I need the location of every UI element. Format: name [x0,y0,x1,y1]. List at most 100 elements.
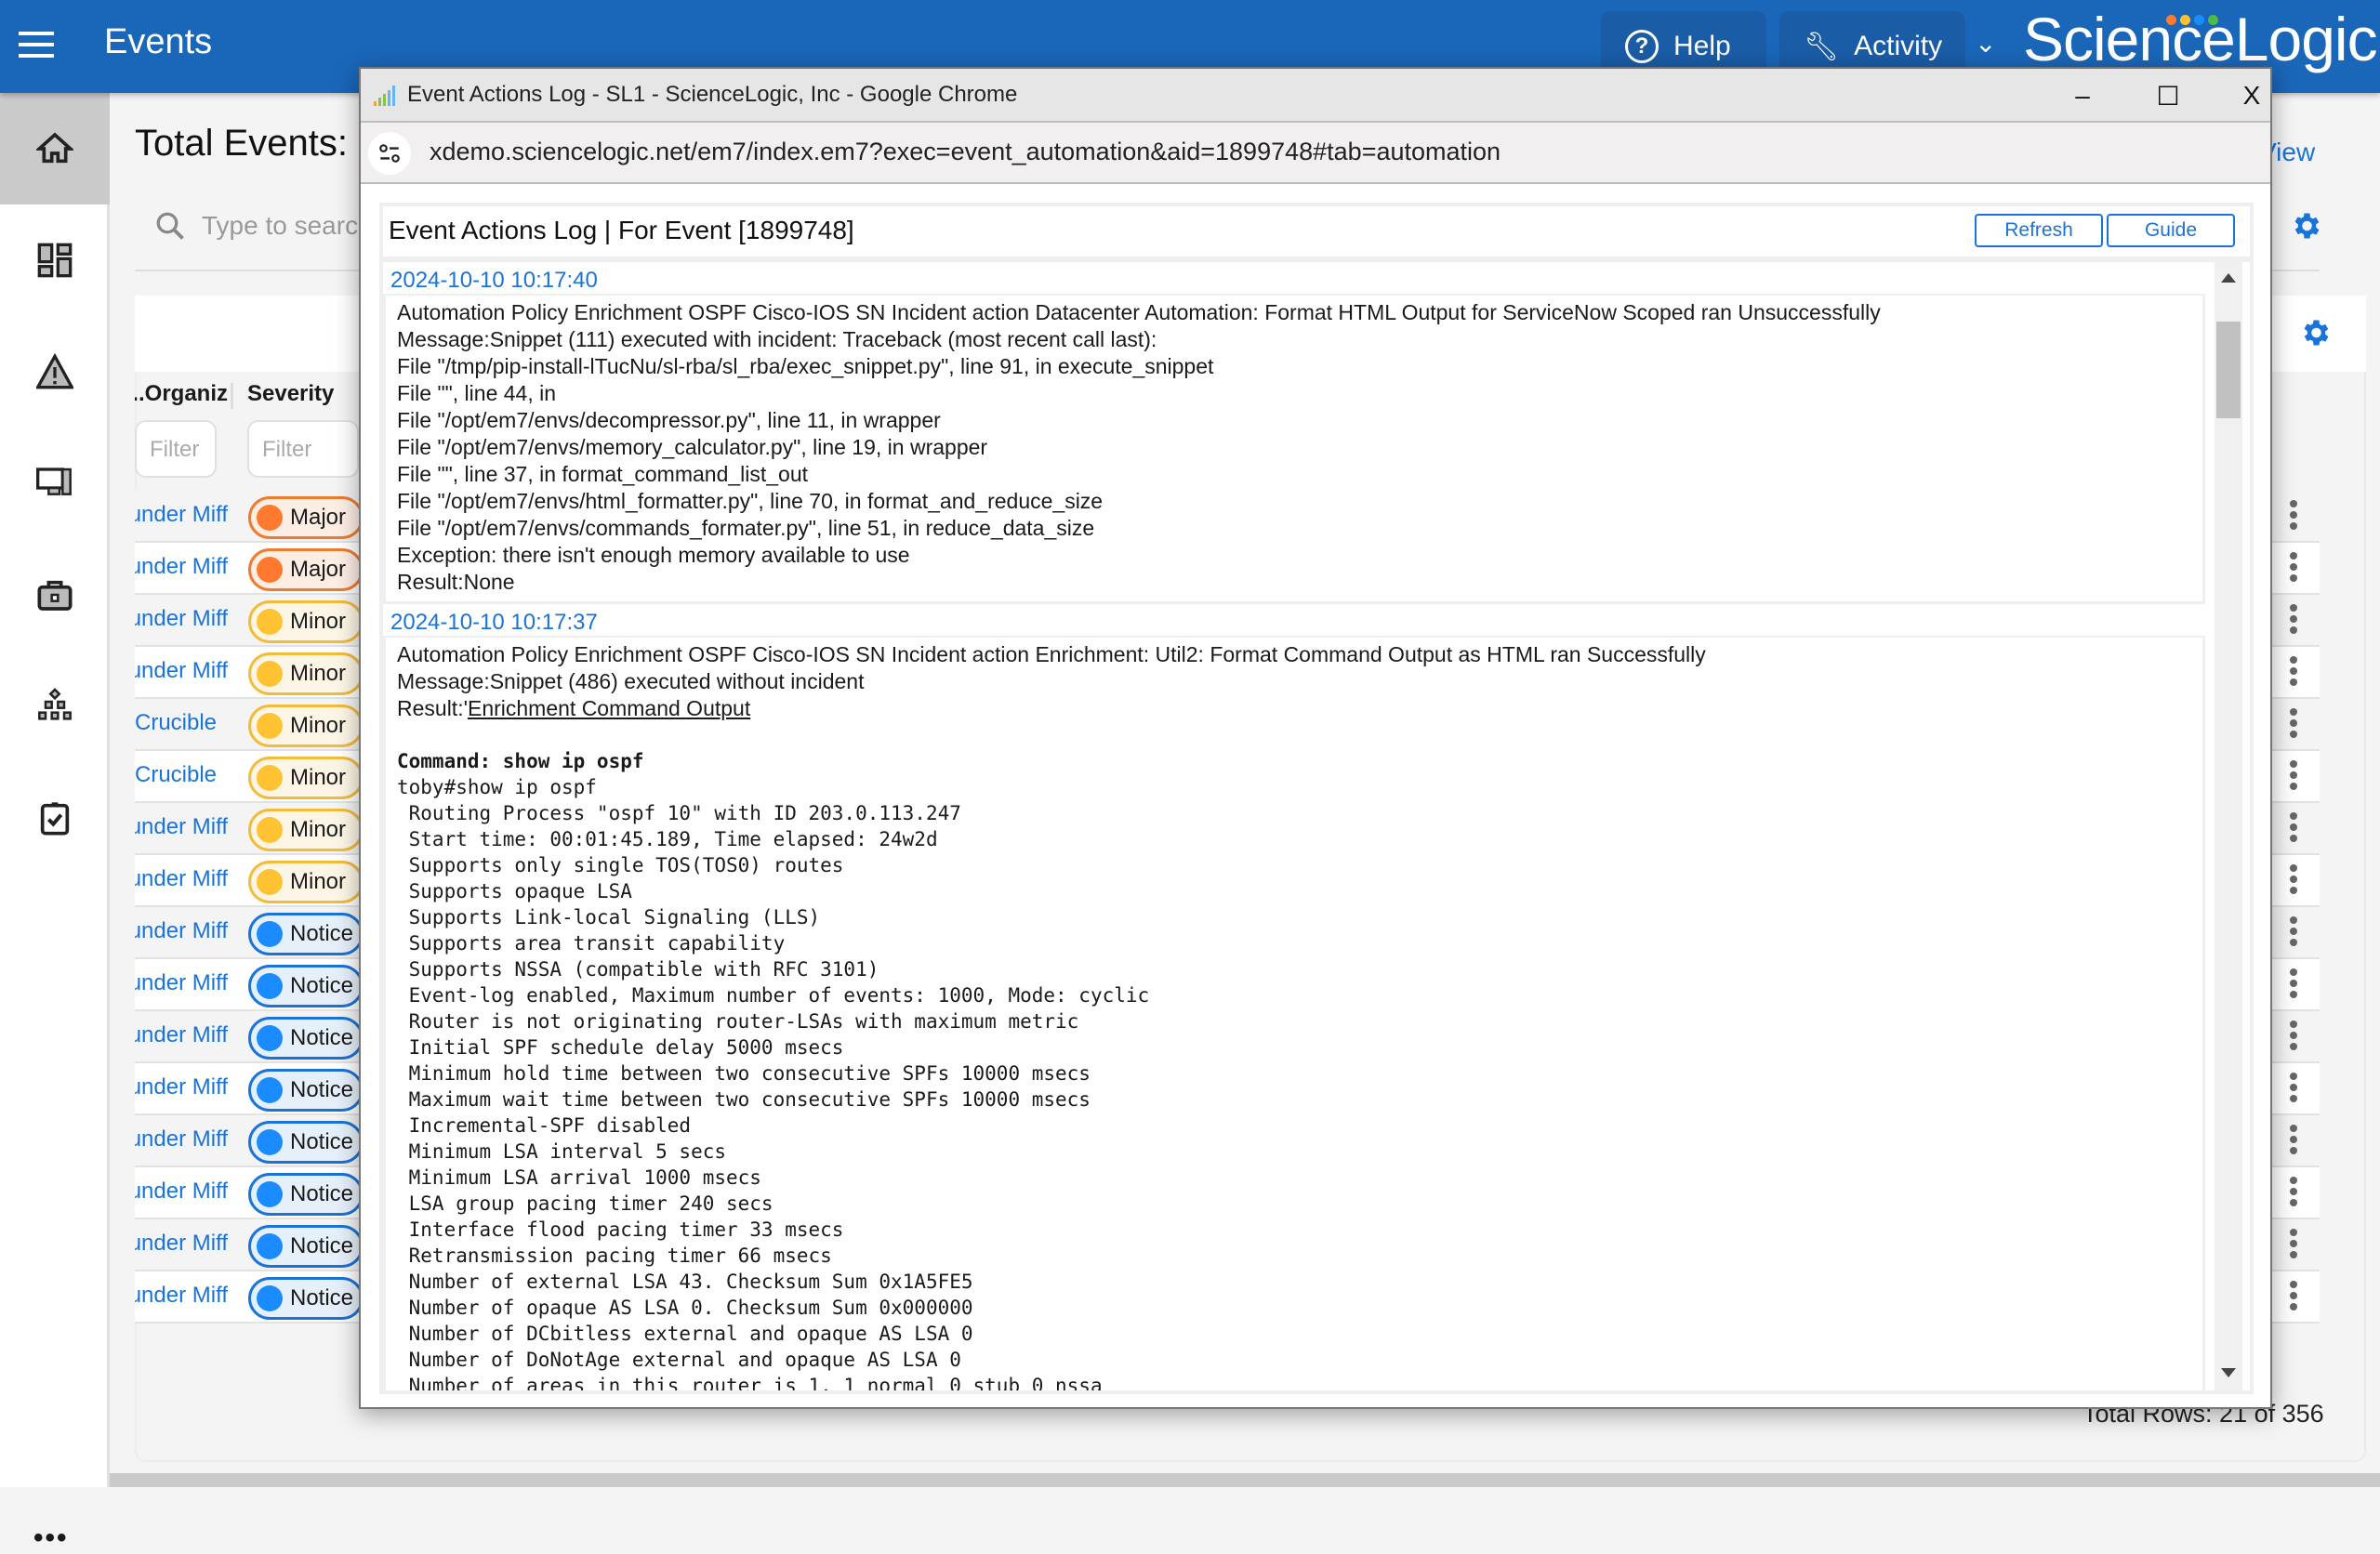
site-info-icon[interactable] [368,132,411,175]
severity-filter-input[interactable]: Filter [247,420,359,478]
refresh-button[interactable]: Refresh [1975,214,2103,247]
minimize-button[interactable]: – [2055,74,2110,117]
row-actions-menu-icon[interactable] [2290,500,2297,533]
organization-link[interactable]: Thunder Miff [135,1022,228,1048]
wrench-icon: 🔧︎ [1804,31,1840,62]
severity-badge: Minor [248,652,364,695]
log-line: Automation Policy Enrichment OSPF Cisco-… [397,642,1706,666]
sidebar: ••• [0,93,110,1553]
devices-icon [36,468,72,495]
severity-label: Notice [290,921,354,946]
row-actions-menu-icon[interactable] [2290,1073,2297,1106]
search-input[interactable]: Type to search [153,209,373,243]
row-actions-menu-icon[interactable] [2290,1229,2297,1262]
organization-link[interactable]: Crucible [135,710,228,736]
organization-filter-input[interactable]: Filter [135,420,217,478]
organization-link[interactable]: Thunder Miff [135,918,228,944]
result-link[interactable]: Enrichment Command Output [468,696,750,720]
row-actions-menu-icon[interactable] [2290,812,2297,846]
page-title: Total Events: 2 [135,123,379,164]
command-output-line: Minimum hold time between two consecutiv… [397,1062,1091,1085]
row-actions-menu-icon[interactable] [2290,604,2297,638]
severity-badge: Notice [248,1069,364,1112]
app-title: Events [104,22,213,61]
sidebar-item-devices[interactable] [0,428,110,539]
row-actions-menu-icon[interactable] [2290,760,2297,794]
more-options-icon[interactable]: ••• [33,1522,69,1554]
row-actions-menu-icon[interactable] [2290,1125,2297,1158]
row-actions-menu-icon[interactable] [2290,1021,2297,1054]
organization-link[interactable]: Thunder Miff [135,1231,228,1257]
sidebar-item-events[interactable] [0,316,110,428]
organization-link[interactable]: Thunder Miff [135,970,228,996]
address-bar: xdemo.sciencelogic.net/em7/index.em7?exe… [361,123,2270,184]
row-actions-menu-icon[interactable] [2290,968,2297,1002]
log-frame: Event Actions Log | For Event [1899748] … [379,203,2254,1394]
row-actions-menu-icon[interactable] [2290,1177,2297,1210]
organization-link[interactable]: Thunder Miff [135,1126,228,1152]
help-circle-icon: ? [1625,30,1659,63]
organization-link[interactable]: Thunder Miff [135,502,228,528]
severity-label: Notice [290,1077,354,1102]
url-field[interactable]: xdemo.sciencelogic.net/em7/index.em7?exe… [430,138,1501,166]
severity-label: Minor [290,869,347,894]
row-actions-menu-icon[interactable] [2290,1281,2297,1314]
organization-link[interactable]: Crucible [135,762,228,788]
organization-link[interactable]: Thunder Miff [135,814,228,840]
table-settings-gear-icon[interactable] [2298,316,2332,349]
row-actions-menu-icon[interactable] [2290,708,2297,742]
log-scrollbar[interactable] [2215,262,2242,1390]
severity-label: Notice [290,1233,354,1258]
row-actions-menu-icon[interactable] [2290,864,2297,898]
sidebar-item-home[interactable] [0,93,110,204]
scroll-down-arrow-icon[interactable] [2221,1368,2236,1377]
command-output-line: Minimum LSA interval 5 secs [397,1140,727,1163]
sl1-favicon-icon [374,86,396,106]
command-output-line: Number of DoNotAge external and opaque A… [397,1349,961,1371]
log-entry: Automation Policy Enrichment OSPF Cisco-… [383,638,2205,1390]
severity-label: Minor [290,609,347,634]
command-output-line: Number of areas in this router is 1. 1 n… [397,1375,1103,1390]
log-line: File "/opt/em7/envs/commands_formater.py… [397,516,1095,540]
briefcase-icon [37,580,73,611]
close-button[interactable]: X [2224,74,2280,117]
row-actions-menu-icon[interactable] [2290,656,2297,690]
log-entry-timestamp: 2024-10-10 10:17:37 [383,604,2205,638]
severity-dot-icon [257,1181,283,1207]
sidebar-item-dashboards[interactable] [0,204,110,316]
row-actions-menu-icon[interactable] [2290,552,2297,586]
command-output-line: Routing Process "ospf 10" with ID 203.0.… [397,802,961,824]
sidebar-item-business-services[interactable] [0,539,110,651]
severity-badge: Minor [248,809,364,851]
window-titlebar[interactable]: Event Actions Log - SL1 - ScienceLogic, … [361,69,2270,123]
dashboard-icon [37,243,73,278]
settings-gear-icon[interactable] [2289,209,2322,243]
guide-button[interactable]: Guide [2107,214,2235,247]
scrollbar-thumb[interactable] [2216,322,2241,418]
severity-label: Major [290,505,347,530]
row-actions-menu-icon[interactable] [2290,916,2297,950]
command-output-line: Number of opaque AS LSA 0. Checksum Sum … [397,1297,973,1319]
maximize-button[interactable]: ☐ [2140,74,2196,117]
organization-link[interactable]: Thunder Miff [135,606,228,632]
sidebar-item-tasks[interactable] [0,762,110,874]
organization-link[interactable]: Thunder Miff [135,1179,228,1205]
organization-link[interactable]: Thunder Miff [135,1283,228,1309]
column-header-severity[interactable]: Severity [247,381,334,407]
log-line: Message:Snippet (111) executed with inci… [397,327,1157,351]
activity-label: Activity [1854,31,1943,61]
organization-link[interactable]: Thunder Miff [135,658,228,684]
command-output-line: Supports opaque LSA [397,880,632,902]
topology-icon [38,688,72,720]
sidebar-item-topology[interactable] [0,651,110,762]
log-line: Result:None [397,570,515,594]
scroll-up-arrow-icon[interactable] [2221,273,2236,283]
severity-dot-icon [257,1129,283,1155]
chevron-down-icon[interactable]: ⌄ [1975,28,1996,59]
organization-link[interactable]: Thunder Miff [135,554,228,580]
organization-link[interactable]: Thunder Miff [135,866,228,892]
hamburger-menu-icon[interactable] [19,32,54,58]
severity-badge: Notice [248,1017,364,1060]
organization-link[interactable]: Thunder Miff [135,1074,228,1100]
column-header-organization[interactable]: Organiz... [135,381,228,407]
